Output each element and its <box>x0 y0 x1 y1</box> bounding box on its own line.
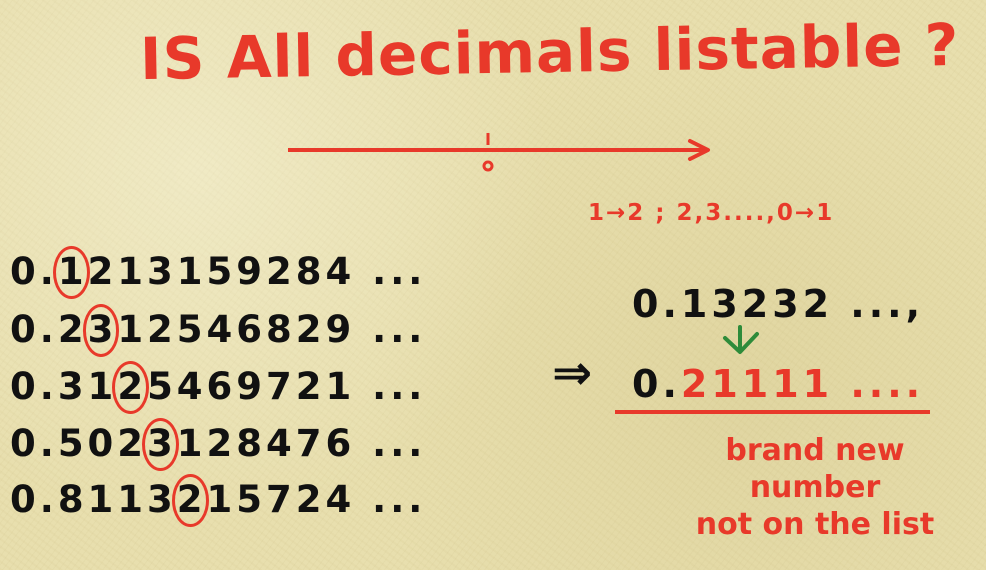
row-after: 12546829 ... <box>117 308 427 351</box>
new-number-rest: 1111 .... <box>711 362 925 406</box>
new-number-prefix: 0. <box>632 362 681 406</box>
row-before: 502 <box>57 422 148 465</box>
row-prefix: 0. <box>10 250 58 293</box>
circled-diagonal-digit: 3 <box>82 304 120 357</box>
row-before: 8113 <box>57 478 177 521</box>
row-prefix: 0. <box>10 422 58 465</box>
row-prefix: 0. <box>10 365 58 408</box>
row-after: 213159284 ... <box>87 250 427 293</box>
implies-arrow-icon: ⇒ <box>552 345 593 401</box>
new-number-first-digit: 2 <box>680 362 712 406</box>
caption-line: not on the list <box>695 507 935 542</box>
list-item: 0.1213159284 ... <box>10 246 427 299</box>
row-after: 15724 ... <box>206 478 427 521</box>
row-prefix: 0. <box>10 308 58 351</box>
new-number: 0.21111 .... <box>632 362 924 406</box>
circled-diagonal-digit: 3 <box>142 418 179 471</box>
circled-diagonal-digit: 2 <box>171 474 209 527</box>
caption: brand new number not on the list <box>670 432 960 543</box>
list-item: 0.3125469721 ... <box>10 361 427 414</box>
circled-diagonal-digit: 2 <box>112 361 149 414</box>
digit-change-rule: 1→2 ; 2,3....,0→1 <box>588 200 835 226</box>
caption-line: number <box>749 470 881 505</box>
row-after: 128476 ... <box>176 422 427 465</box>
list-item: 0.5023128476 ... <box>10 418 427 471</box>
number-line-point <box>482 160 494 172</box>
row-prefix: 0. <box>10 478 58 521</box>
row-before: 31 <box>57 365 118 408</box>
caption-line: brand new <box>725 433 905 468</box>
list-item: 0.8113215724 ... <box>10 474 427 527</box>
list-item: 0.2312546829 ... <box>10 304 427 357</box>
diagonal-number: 0.13232 ..., <box>632 282 925 326</box>
circled-diagonal-digit: 1 <box>52 246 90 299</box>
row-after: 5469721 ... <box>147 365 427 408</box>
